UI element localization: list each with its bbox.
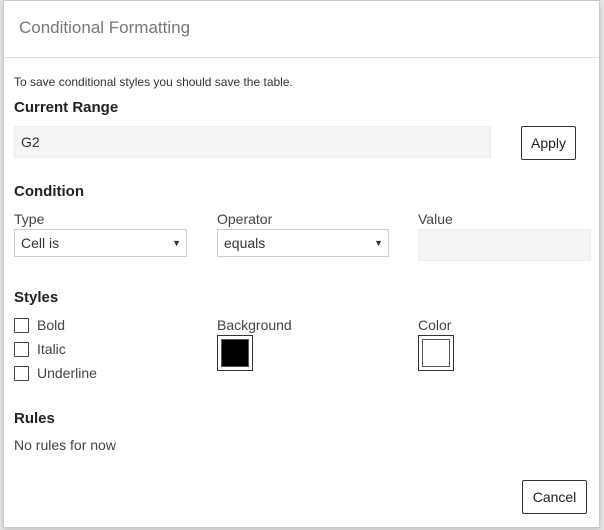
text-color-swatch[interactable]: [418, 335, 454, 371]
underline-checkbox[interactable]: [14, 366, 29, 381]
underline-option[interactable]: Underline: [14, 366, 134, 382]
italic-option[interactable]: Italic: [14, 342, 134, 358]
condition-title: Condition: [14, 183, 84, 200]
operator-label: Operator: [217, 211, 273, 227]
type-select-value: Cell is: [21, 235, 60, 251]
current-range-title: Current Range: [14, 99, 119, 116]
operator-select-value: equals: [224, 235, 266, 251]
conditional-formatting-dialog: Conditional Formatting To save condition…: [3, 0, 600, 528]
bold-checkbox[interactable]: [14, 318, 29, 333]
background-label: Background: [217, 317, 292, 333]
apply-button[interactable]: Apply: [521, 126, 576, 160]
italic-checkbox[interactable]: [14, 342, 29, 357]
italic-label: Italic: [37, 341, 66, 357]
operator-select[interactable]: equals ▼: [217, 229, 389, 257]
bold-label: Bold: [37, 317, 66, 333]
save-note: To save conditional styles you should sa…: [14, 75, 293, 89]
text-color-fill: [422, 339, 450, 367]
background-color-swatch[interactable]: [217, 335, 253, 371]
value-input[interactable]: [418, 229, 591, 261]
chevron-down-icon: ▼: [172, 238, 181, 248]
value-label: Value: [418, 211, 453, 227]
styles-title: Styles: [14, 289, 59, 306]
type-label: Type: [14, 211, 45, 227]
cancel-button[interactable]: Cancel: [522, 480, 587, 514]
rules-empty-text: No rules for now: [14, 437, 116, 453]
type-select[interactable]: Cell is ▼: [14, 229, 187, 257]
color-label: Color: [418, 317, 452, 333]
current-range-input[interactable]: [14, 126, 491, 158]
underline-label: Underline: [37, 365, 97, 381]
dialog-header: Conditional Formatting: [4, 1, 599, 58]
chevron-down-icon: ▼: [374, 238, 383, 248]
dialog-title: Conditional Formatting: [19, 18, 191, 37]
bold-option[interactable]: Bold: [14, 318, 134, 334]
rules-title: Rules: [14, 410, 55, 427]
background-color-fill: [221, 339, 249, 367]
